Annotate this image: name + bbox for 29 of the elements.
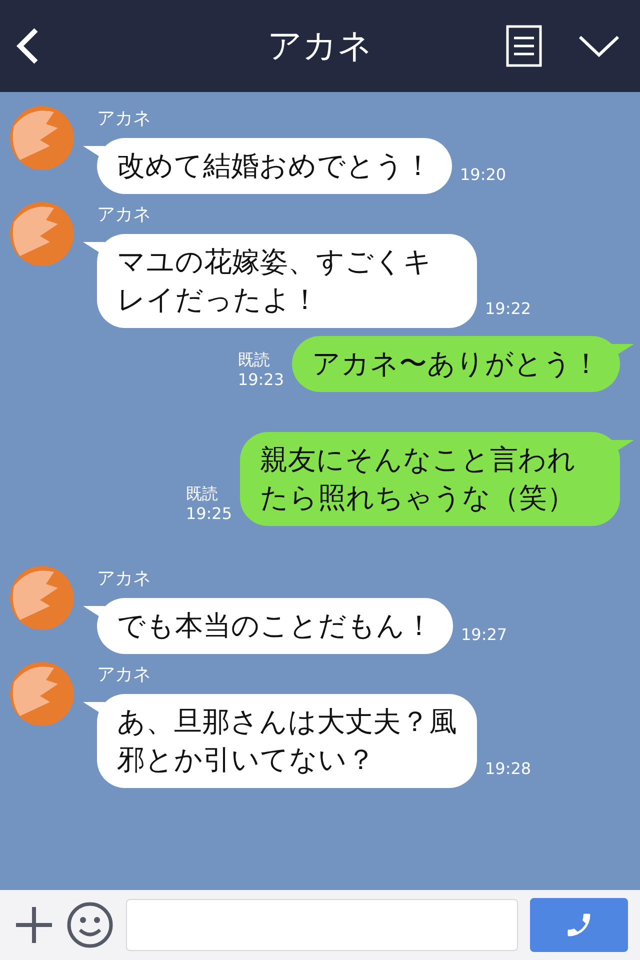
chat-title: アカネ [268, 25, 372, 68]
sender-name: アカネ [97, 107, 152, 130]
message-input[interactable] [126, 899, 518, 951]
read-label: 既読 [186, 484, 218, 504]
message-time: 19:28 [485, 759, 532, 778]
message-time: 19:20 [460, 165, 506, 184]
message-bubble: でも本当のことだもん！ [97, 598, 453, 654]
smiley-icon[interactable] [66, 901, 114, 949]
avatar-icon [10, 662, 74, 726]
message-bubble: 改めて結婚おめでとう！ [97, 138, 452, 194]
call-button[interactable] [530, 898, 628, 952]
message-bubble: マユの花嫁姿、すごくキレイだったよ！ [97, 234, 477, 328]
sender-name: アカネ [97, 663, 152, 686]
message-bubble: 親友にそんなこと言われたら照れちゃうな（笑） [240, 432, 620, 526]
avatar-icon [10, 106, 74, 170]
avatar-icon [10, 566, 74, 630]
message-time: 19:23 [238, 370, 284, 390]
message-bubble: あ、旦那さんは大丈夫？風邪とか引いてない？ [97, 694, 477, 788]
chevron-down-icon[interactable] [578, 34, 620, 58]
message-time: 19:22 [485, 299, 532, 318]
message-time: 19:27 [461, 625, 508, 644]
avatar-icon [10, 202, 74, 266]
plus-icon[interactable] [14, 905, 54, 945]
notes-icon[interactable] [506, 25, 542, 67]
message-bubble: アカネ〜ありがとう！ [292, 336, 620, 392]
message-time: 19:25 [186, 504, 232, 524]
sender-name: アカネ [97, 567, 152, 590]
read-label: 既読 [238, 350, 270, 370]
sender-name: アカネ [97, 203, 152, 226]
